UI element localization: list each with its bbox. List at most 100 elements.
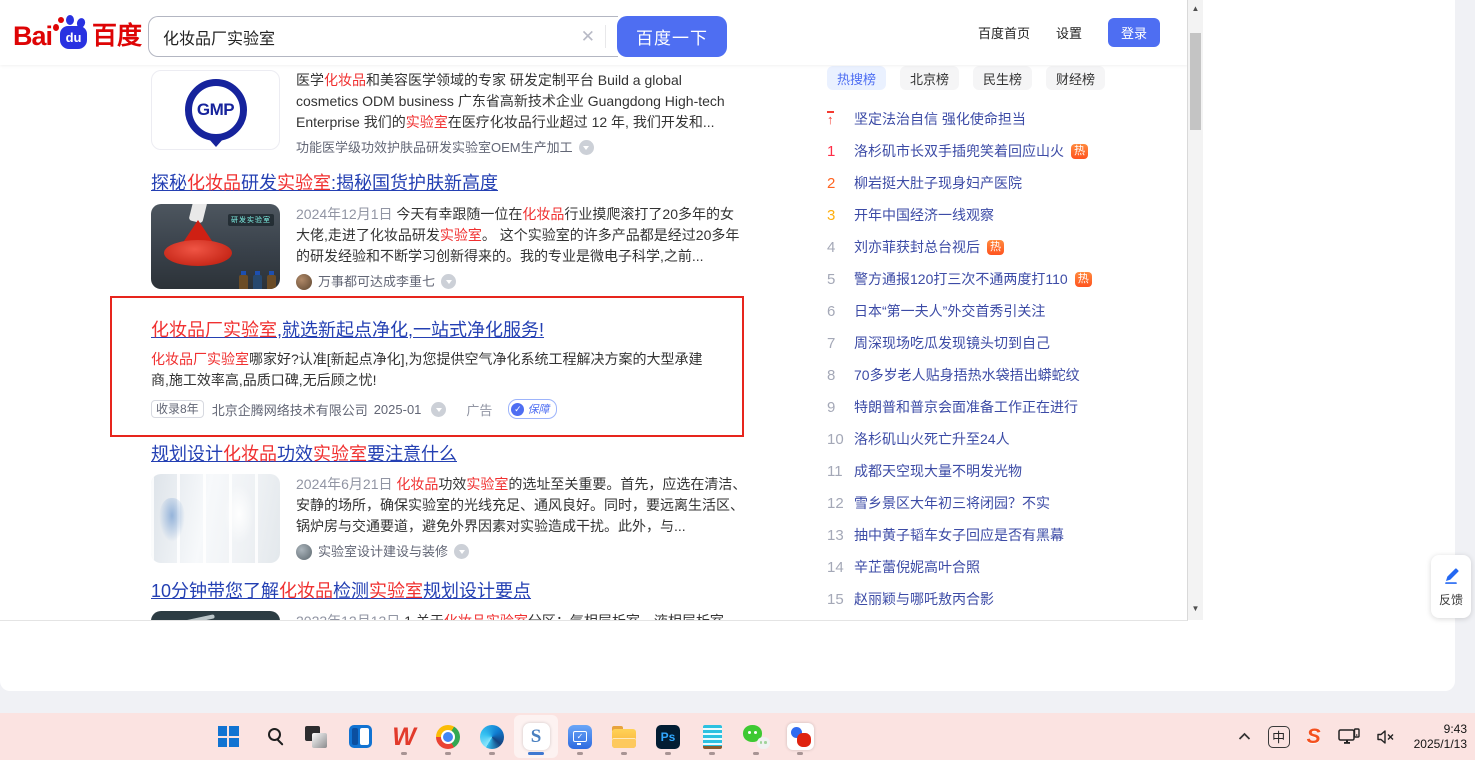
photos-app-icon xyxy=(787,723,814,750)
hot-rank: 6 xyxy=(827,303,845,320)
hot-rank: ↑ xyxy=(827,111,845,128)
result-snippet: 医学化妆品和美容医学领域的专家 研发定制平台 Build a global co… xyxy=(296,70,747,133)
pc-manager-button[interactable]: ✓ xyxy=(558,715,602,758)
windows-logo-icon xyxy=(218,726,239,747)
photoshop-icon: Ps xyxy=(656,725,680,749)
search-button[interactable]: 百度一下 xyxy=(617,16,727,57)
clear-search-icon[interactable]: ✕ xyxy=(581,27,595,47)
wps-office-button[interactable]: W xyxy=(382,715,426,758)
result-gmp: GMP 医学化妆品和美容医学领域的专家 研发定制平台 Build a globa… xyxy=(151,70,747,158)
expand-icon[interactable] xyxy=(579,140,594,155)
baidu-logo[interactable]: Bai du 百度 xyxy=(13,15,142,51)
sogou-browser-button[interactable]: S xyxy=(514,715,558,758)
tab-finance-list[interactable]: 财经榜 xyxy=(1046,66,1105,90)
notepad-button[interactable] xyxy=(690,715,734,758)
start-button[interactable] xyxy=(206,715,250,758)
hot-search-item[interactable]: ↑ 坚定法治自信 强化使命担当 xyxy=(827,103,1127,135)
task-view-button[interactable] xyxy=(294,715,338,758)
pencil-icon xyxy=(1441,566,1461,586)
taskbar-clock[interactable]: 9:43 2025/1/13 xyxy=(1414,722,1467,752)
widgets-button[interactable] xyxy=(338,715,382,758)
hot-item-text: 抽中黄子韬车女子回应是否有黑幕 xyxy=(854,525,1064,545)
ad-title-link[interactable]: 化妆品厂实验室,就选新起点净化,一站式净化服务! xyxy=(151,319,544,341)
search-divider xyxy=(605,25,606,48)
hot-search-item[interactable]: 13 抽中黄子韬车女子回应是否有黑幕 xyxy=(827,519,1127,551)
hot-search-item[interactable]: 10 洛杉矶山火死亡升至24人 xyxy=(827,423,1127,455)
expand-icon[interactable] xyxy=(441,274,456,289)
baidu-paw-icon: du xyxy=(53,15,90,51)
volume-muted-icon[interactable] xyxy=(1377,729,1397,745)
hot-search-item[interactable]: 14 辛芷蕾倪妮高叶合照 xyxy=(827,551,1127,583)
hot-search-item[interactable]: 2 柳岩挺大肚子现身妇产医院 xyxy=(827,167,1127,199)
network-display-icon[interactable] xyxy=(1338,728,1360,746)
thumbnail-sign-text: 研发实验室 xyxy=(228,214,274,226)
login-button[interactable]: 登录 xyxy=(1108,18,1160,47)
taskbar-search-button[interactable] xyxy=(250,715,294,758)
hot-search-item[interactable]: 7 周深现场吃瓜发现镜头切到自己 xyxy=(827,327,1127,359)
pc-manager-icon: ✓ xyxy=(568,725,592,749)
result-source[interactable]: 万事都可达成李重七 xyxy=(318,271,435,292)
expand-icon[interactable] xyxy=(431,402,446,417)
hot-search-item[interactable]: 5 警方通报120打三次不通两度打110 热 xyxy=(827,263,1127,295)
hot-rank: 14 xyxy=(827,559,845,576)
hot-search-item[interactable]: 12 雪乡景区大年初三将闭园？不实 xyxy=(827,487,1127,519)
hot-search-item[interactable]: 6 日本“第一夫人”外交首秀引关注 xyxy=(827,295,1127,327)
notepad-icon xyxy=(703,725,722,749)
page-scrollbar[interactable]: ▲ ▼ xyxy=(1188,0,1203,620)
result-thumbnail-corridor[interactable] xyxy=(151,474,280,563)
result-source[interactable]: 实验室设计建设与装修 xyxy=(318,541,448,562)
hot-search-item[interactable]: 3 开年中国经济一线观察 xyxy=(827,199,1127,231)
hot-item-text: 洛杉矶山火死亡升至24人 xyxy=(854,429,1010,449)
result-title-link[interactable]: 10分钟带您了解化妆品检测实验室规划设计要点 xyxy=(151,580,531,602)
result-source[interactable]: 功能医学级功效护肤品研发实验室OEM生产加工 xyxy=(296,137,573,158)
settings-link[interactable]: 设置 xyxy=(1056,23,1082,42)
hot-badge: 热 xyxy=(1075,272,1092,287)
hot-search-list: ↑ 坚定法治自信 强化使命担当 1 洛杉矶市长双手插兜笑着回应山火 热 2 柳岩… xyxy=(827,103,1127,615)
hot-search-item[interactable]: 8 70多岁老人贴身捂热水袋捂出蟒蛇纹 xyxy=(827,359,1127,391)
hot-search-item[interactable]: 9 特朗普和普京会面准备工作正在进行 xyxy=(827,391,1127,423)
hot-search-item[interactable]: 1 洛杉矶市长双手插兜笑着回应山火 热 xyxy=(827,135,1127,167)
wps-office-icon: W xyxy=(392,725,416,749)
result-thumbnail-gmp[interactable]: GMP xyxy=(151,70,280,150)
guarantee-badge[interactable]: ✓ 保障 xyxy=(508,399,557,419)
tab-beijing-list[interactable]: 北京榜 xyxy=(900,66,959,90)
baidu-home-link[interactable]: 百度首页 xyxy=(978,23,1030,42)
sogou-input-icon[interactable]: S xyxy=(1307,725,1321,749)
tab-livelihood-list[interactable]: 民生榜 xyxy=(973,66,1032,90)
result-title-link[interactable]: 规划设计化妆品功效实验室要注意什么 xyxy=(151,443,457,465)
browser-window: Bai du 百度 ✕ 百度一下 百度首页 设置 登录 xyxy=(0,0,1455,691)
feedback-button[interactable]: 反馈 xyxy=(1431,555,1471,618)
ad-company[interactable]: 北京企腾网络技术有限公司 xyxy=(212,400,368,419)
photos-app-button[interactable] xyxy=(778,715,822,758)
hot-item-text: 辛芷蕾倪妮高叶合照 xyxy=(854,557,980,577)
hot-search-item[interactable]: 15 赵丽颖与哪吒敖丙合影 xyxy=(827,583,1127,615)
result-thumbnail-red-lab[interactable]: 研发实验室 xyxy=(151,204,280,289)
ime-indicator[interactable]: 中 xyxy=(1268,726,1290,748)
chrome-button[interactable] xyxy=(426,715,470,758)
file-explorer-button[interactable] xyxy=(602,715,646,758)
search-header: Bai du 百度 ✕ 百度一下 百度首页 设置 登录 xyxy=(0,0,1188,65)
hidden-icons-chevron[interactable] xyxy=(1238,732,1251,741)
scrollbar-thumb[interactable] xyxy=(1190,33,1201,130)
scroll-up-arrow-icon[interactable]: ▲ xyxy=(1188,2,1203,16)
hot-item-text: 70多岁老人贴身捂热水袋捂出蟒蛇纹 xyxy=(854,365,1080,385)
chrome-icon xyxy=(436,725,460,749)
result-title-link[interactable]: 探秘化妆品研发实验室:揭秘国货护肤新高度 xyxy=(151,172,498,194)
folder-icon xyxy=(612,729,636,748)
wechat-icon xyxy=(743,725,770,749)
hot-item-text: 刘亦菲获封总台视后 xyxy=(854,237,980,257)
hot-search-item[interactable]: 11 成都天空现大量不明发光物 xyxy=(827,455,1127,487)
result-thumbnail-dark-lab[interactable] xyxy=(151,611,280,621)
scroll-down-arrow-icon[interactable]: ▼ xyxy=(1188,602,1203,616)
widgets-icon xyxy=(349,725,372,748)
expand-icon[interactable] xyxy=(454,544,469,559)
photoshop-button[interactable]: Ps xyxy=(646,715,690,758)
hot-rank: 8 xyxy=(827,367,845,384)
feedback-label: 反馈 xyxy=(1439,591,1463,608)
edge-button[interactable] xyxy=(470,715,514,758)
hot-item-text: 柳岩挺大肚子现身妇产医院 xyxy=(854,173,1022,193)
wechat-button[interactable] xyxy=(734,715,778,758)
tab-hot-list[interactable]: 热搜榜 xyxy=(827,66,886,90)
search-input[interactable] xyxy=(163,28,581,46)
hot-search-item[interactable]: 4 刘亦菲获封总台视后 热 xyxy=(827,231,1127,263)
